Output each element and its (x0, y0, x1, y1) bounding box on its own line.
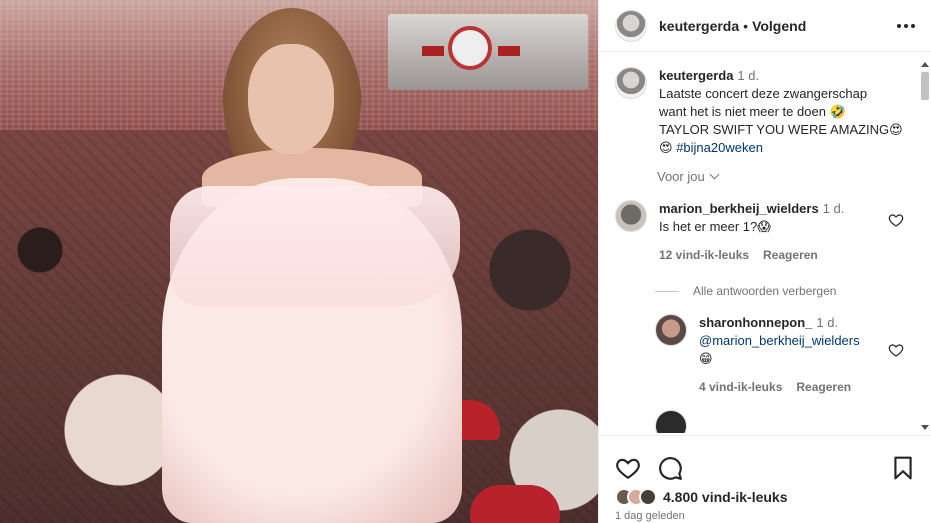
author-username[interactable]: keutergerda (659, 18, 739, 34)
heart-icon[interactable] (615, 455, 641, 481)
scroll-up-arrow-icon[interactable] (921, 62, 929, 67)
caption: keutergerda 1 d. Laatste concert deze zwa… (599, 53, 931, 157)
reply-comment (599, 410, 931, 433)
stadium-seat (470, 485, 560, 523)
comments-list: keutergerda 1 d. Laatste concert deze zwa… (599, 53, 931, 433)
post-date: 1 dag geleden (615, 510, 685, 522)
separator-dot: • (743, 17, 749, 34)
caption-line: TAYLOR SWIFT YOU WERE AMAZING😍 (659, 122, 903, 137)
comment: marion_berkheij_wielders 1 d. Is het er m… (599, 200, 931, 264)
action-bar (599, 436, 931, 486)
chevron-down-icon (709, 169, 720, 180)
hide-replies-label: Alle antwoorden verbergen (693, 284, 837, 298)
comment-text: Is het er meer 1?😱 (659, 219, 771, 234)
caption-text: keutergerda 1 d. Laatste concert deze zwa… (659, 67, 909, 157)
follow-status-button[interactable]: Volgend (752, 18, 806, 34)
heart-icon[interactable] (888, 212, 904, 228)
post-header: keutergerda • Volgend (599, 0, 931, 52)
likes-count[interactable]: 4.800 vind-ik-leuks (663, 489, 788, 505)
divider-line (655, 290, 679, 292)
reply-button[interactable]: Reageren (763, 246, 818, 264)
comment-time: 1 d. (822, 201, 845, 216)
comment-username[interactable]: marion_berkheij_wielders (659, 201, 819, 216)
liker-avatars[interactable] (615, 488, 657, 506)
comment-likes[interactable]: 12 vind-ik-leuks (659, 246, 749, 264)
hashtag-link[interactable]: #bijna20weken (676, 140, 763, 155)
reply-text: 😁 (699, 351, 713, 366)
reply-avatar[interactable] (655, 410, 687, 433)
post-side-panel: keutergerda • Volgend keutergerda 1 d. La… (598, 0, 931, 523)
caption-line: want het is niet meer te doen 🤣 (659, 104, 846, 119)
comment-avatar[interactable] (615, 200, 647, 232)
reply-comment: sharonhonnepon_ 1 d. @marion_berkheij_wie… (599, 314, 931, 396)
comments-scrollbar[interactable] (919, 60, 929, 432)
mention-link[interactable]: @marion_berkheij_wielders (699, 333, 860, 348)
woman-figure (162, 8, 462, 523)
reply-likes[interactable]: 4 vind-ik-leuks (699, 378, 782, 396)
reply-username[interactable]: sharonhonnepon_ (699, 315, 812, 330)
bookmark-icon[interactable] (890, 455, 916, 481)
caption-line: Laatste concert deze zwangerschap (659, 86, 868, 101)
caption-avatar[interactable] (615, 67, 647, 99)
comment-icon[interactable] (657, 455, 683, 481)
reply-button[interactable]: Reageren (796, 378, 851, 396)
author-avatar[interactable] (615, 9, 647, 42)
reply-avatar[interactable] (655, 314, 687, 346)
caption-username[interactable]: keutergerda (659, 68, 733, 83)
post-photo[interactable] (0, 0, 598, 523)
scroll-down-arrow-icon[interactable] (921, 425, 929, 430)
more-options-icon[interactable] (889, 16, 915, 36)
caption-emoji: 😍 (659, 140, 673, 155)
likes-summary: 4.800 vind-ik-leuks (599, 486, 931, 508)
scrollbar-thumb[interactable] (921, 72, 929, 100)
see-more-button[interactable]: Voor jou (657, 169, 931, 184)
post-footer: 4.800 vind-ik-leuks 1 dag geleden (599, 435, 931, 523)
hide-replies-button[interactable]: Alle antwoorden verbergen (655, 284, 931, 298)
caption-time: 1 d. (737, 68, 760, 83)
reply-time: 1 d. (816, 315, 839, 330)
instagram-post: keutergerda • Volgend keutergerda 1 d. La… (0, 0, 931, 523)
heart-icon[interactable] (888, 342, 904, 358)
see-more-label: Voor jou (657, 169, 705, 184)
